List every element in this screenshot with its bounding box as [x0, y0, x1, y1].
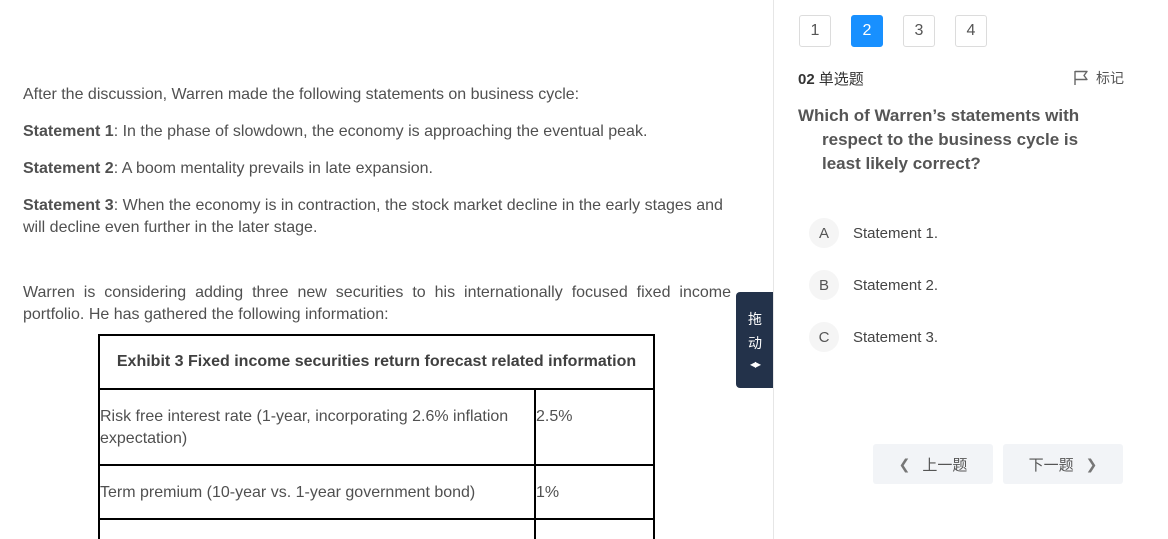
option-a-letter: A: [809, 218, 839, 248]
passage-intro: After the discussion, Warren made the fo…: [23, 86, 580, 103]
resize-arrows-icon: ◂▸: [749, 357, 761, 371]
table-cell-label: Risk free interest rate (1-year, incorpo…: [98, 388, 536, 466]
answer-options: A Statement 1. B Statement 2. C Statemen…: [809, 218, 938, 374]
statement-3: Statement 3: When the economy is in cont…: [23, 195, 731, 239]
option-c-letter: C: [809, 322, 839, 352]
statement-1-text: : In the phase of slowdown, the economy …: [113, 123, 648, 140]
next-question-button[interactable]: 下一题 ❯: [1003, 444, 1123, 484]
next-label: 下一题: [1028, 456, 1074, 474]
passage-pane: After the discussion, Warren made the fo…: [0, 0, 736, 539]
mark-label: 标记: [1096, 70, 1124, 86]
question-nav-2[interactable]: 2: [851, 15, 883, 47]
statement-2-label: Statement 2: [23, 160, 114, 177]
option-b[interactable]: B Statement 2.: [809, 270, 938, 300]
chevron-left-icon: ❮: [898, 455, 911, 472]
resize-drag-handle[interactable]: 拖 动 ◂▸: [736, 292, 774, 388]
table-cell-value: 1%: [534, 464, 655, 520]
chevron-right-icon: ❯: [1085, 455, 1098, 472]
statement-2: Statement 2: A boom mentality prevails i…: [23, 158, 731, 180]
question-number-nav: 1 2 3 4: [799, 15, 987, 47]
statement-3-label: Statement 3: [23, 197, 114, 214]
table-row: [98, 518, 655, 539]
portfolio-paragraph: Warren is considering adding three new s…: [23, 284, 731, 323]
table-cell-label: [98, 518, 536, 539]
exhibit-title: Exhibit 3 Fixed income securities return…: [98, 334, 655, 390]
statement-1-label: Statement 1: [23, 123, 114, 140]
table-row: Risk free interest rate (1-year, incorpo…: [98, 388, 655, 466]
table-cell-label: Term premium (10-year vs. 1-year governm…: [98, 464, 536, 520]
option-c-text: Statement 3.: [853, 328, 939, 346]
mark-button[interactable]: 标记: [1072, 68, 1124, 88]
question-type: 单选题: [818, 71, 864, 88]
statement-1: Statement 1: In the phase of slowdown, t…: [23, 121, 731, 143]
exhibit-table: Exhibit 3 Fixed income securities return…: [98, 334, 655, 539]
statement-2-text: : A boom mentality prevails in late expa…: [113, 160, 433, 177]
question-nav-3[interactable]: 3: [903, 15, 935, 47]
question-number: 02: [798, 71, 815, 88]
drag-label-2: 动: [748, 335, 762, 351]
option-b-text: Statement 2.: [853, 276, 939, 294]
table-row: Term premium (10-year vs. 1-year governm…: [98, 464, 655, 520]
question-text: Which of Warren’s statements with respec…: [798, 106, 1080, 173]
previous-question-button[interactable]: ❮ 上一题: [873, 444, 993, 484]
flag-icon: [1072, 69, 1090, 87]
option-c[interactable]: C Statement 3.: [809, 322, 938, 352]
statement-3-text: : When the economy is in contraction, th…: [23, 197, 723, 236]
question-nav-1[interactable]: 1: [799, 15, 831, 47]
previous-label: 上一题: [922, 456, 968, 474]
question-header: 02 单选题: [798, 68, 864, 89]
question-pane: 1 2 3 4 02 单选题 标记 Which of Warren’s state…: [774, 0, 1168, 539]
question-nav-4[interactable]: 4: [955, 15, 987, 47]
drag-label-1: 拖: [748, 311, 762, 327]
option-a-text: Statement 1.: [853, 224, 939, 242]
option-b-letter: B: [809, 270, 839, 300]
table-cell-value: 2.5%: [534, 388, 655, 466]
passage-text: After the discussion, Warren made the fo…: [23, 84, 731, 341]
option-a[interactable]: A Statement 1.: [809, 218, 938, 248]
table-cell-value: [534, 518, 655, 539]
